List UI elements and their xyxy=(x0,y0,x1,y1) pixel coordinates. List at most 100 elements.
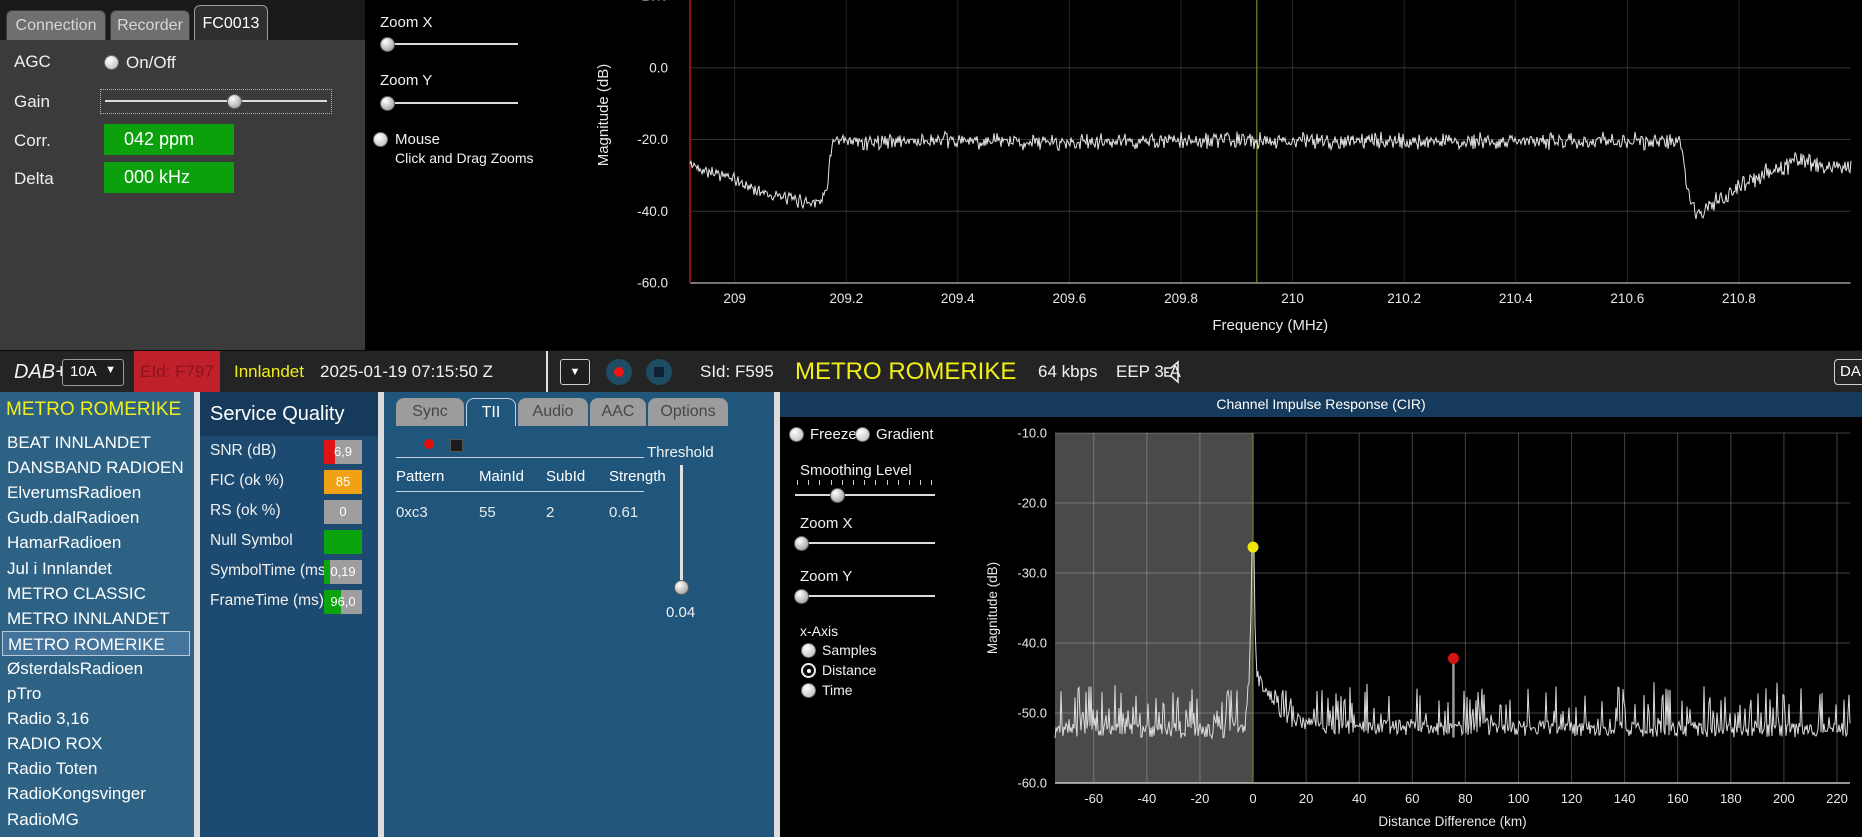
station-item[interactable]: Jul i Innlandet xyxy=(2,556,190,581)
svg-text:-60: -60 xyxy=(1084,791,1103,806)
spectrum-zoom-x-thumb[interactable] xyxy=(380,37,395,52)
stop-button[interactable] xyxy=(646,359,672,385)
tii-tab-options[interactable]: Options xyxy=(648,398,728,426)
xaxis-radio-distance[interactable] xyxy=(801,663,816,678)
xaxis-radio-samples[interactable] xyxy=(801,643,816,658)
dab-mode-badge: DAB xyxy=(1834,359,1862,385)
record-button[interactable] xyxy=(606,359,632,385)
tii-separator-line xyxy=(396,457,644,458)
gain-slider-thumb[interactable] xyxy=(227,94,242,109)
quality-row-label: FrameTime (ms) xyxy=(210,592,324,609)
station-item[interactable]: Radio 3,16 xyxy=(2,706,190,731)
device-tab-fc0013[interactable]: FC0013 xyxy=(194,5,268,40)
cir-zoom-x-slider[interactable] xyxy=(795,542,935,544)
cir-panel: Channel Impulse Response (CIR) Freeze Gr… xyxy=(780,392,1862,837)
svg-text:210: 210 xyxy=(1281,291,1304,306)
smoothing-slider-thumb[interactable] xyxy=(830,488,845,503)
station-item[interactable]: ElverumsRadioen xyxy=(2,480,190,505)
svg-text:-10.0: -10.0 xyxy=(1017,426,1047,441)
agc-label: AGC xyxy=(14,52,51,71)
eid-badge: EId: F797 xyxy=(134,351,220,393)
cir-zoom-y-slider[interactable] xyxy=(795,595,935,597)
gain-slider[interactable] xyxy=(100,89,332,114)
xaxis-radio-label: Time xyxy=(822,682,853,698)
spectrum-zoom-y-slider[interactable] xyxy=(380,102,518,104)
device-tab-recorder[interactable]: Recorder xyxy=(110,10,190,40)
station-item[interactable]: pTro xyxy=(2,681,190,706)
cir-zoom-x-thumb[interactable] xyxy=(794,536,809,551)
channel-select[interactable]: 10A ▼ xyxy=(62,359,124,386)
tii-col-header: MainId xyxy=(479,468,525,485)
station-item[interactable]: Gudb.dalRadioen xyxy=(2,505,190,530)
svg-text:-60.0: -60.0 xyxy=(1017,776,1047,791)
station-item[interactable]: RadioKongsvinger xyxy=(2,781,190,806)
tii-tab-aac[interactable]: AAC xyxy=(590,398,646,426)
xaxis-radio-time[interactable] xyxy=(801,683,816,698)
mouse-zoom-radio[interactable] xyxy=(373,132,388,147)
smoothing-slider[interactable] xyxy=(795,494,935,496)
svg-text:0: 0 xyxy=(1249,791,1256,806)
tii-table-header-underline xyxy=(396,491,644,492)
station-item[interactable]: METRO ROMERIKE xyxy=(2,630,190,656)
station-item[interactable]: DANSBAND RADIOEN xyxy=(2,455,190,480)
station-list-panel: METRO ROMERIKE BEAT INNLANDET DANSBAND RA… xyxy=(0,392,194,837)
station-item[interactable]: METRO INNLANDET xyxy=(2,606,190,631)
smoothing-tick xyxy=(853,480,854,485)
spectrum-plot[interactable]: 20.0 0.0 -20.0 -40.0 -60.0 209 209.2 209.4 209.6… xyxy=(560,0,1862,348)
svg-text:Distance Difference (km): Distance Difference (km) xyxy=(1378,814,1526,829)
station-item[interactable]: BEAT INNLANDET xyxy=(2,430,190,455)
tii-col-header: Strength xyxy=(609,468,666,485)
station-item[interactable]: RadioMG xyxy=(2,807,190,832)
threshold-slider-track[interactable] xyxy=(680,465,683,583)
gradient-radio[interactable] xyxy=(855,427,870,442)
spectrum-zoom-x-label: Zoom X xyxy=(380,14,433,31)
gain-label: Gain xyxy=(14,92,50,111)
agc-radio[interactable] xyxy=(104,55,119,70)
delta-label: Delta xyxy=(14,169,54,188)
threshold-slider-thumb[interactable] xyxy=(674,580,689,595)
svg-text:-40.0: -40.0 xyxy=(637,204,668,219)
record-dot-icon xyxy=(614,367,624,377)
svg-text:120: 120 xyxy=(1561,791,1583,806)
station-item[interactable]: RADIO ROX xyxy=(2,731,190,756)
tii-stop-indicator-icon[interactable] xyxy=(450,439,463,452)
station-item[interactable]: ØsterdalsRadioen xyxy=(2,656,190,681)
spectrum-zoom-y-thumb[interactable] xyxy=(380,96,395,111)
device-tab-connection[interactable]: Connection xyxy=(6,10,106,40)
quality-row-label: SNR (dB) xyxy=(210,442,277,459)
station-item[interactable]: Radio Toten xyxy=(2,756,190,781)
stop-square-icon xyxy=(654,367,664,377)
svg-text:-60.0: -60.0 xyxy=(637,276,668,291)
channel-value: 10A xyxy=(70,363,97,380)
cir-zoom-y-thumb[interactable] xyxy=(794,589,809,604)
threshold-value: 0.04 xyxy=(666,604,696,621)
svg-text:-20.0: -20.0 xyxy=(1017,496,1047,511)
quality-value-badge: 0 xyxy=(324,500,362,524)
quality-value-badge: 6,9 xyxy=(324,440,362,464)
tii-col-header: Pattern xyxy=(396,468,445,485)
tii-tab-tii[interactable]: TII xyxy=(466,398,516,426)
station-item[interactable]: HamarRadioen xyxy=(2,530,190,555)
station-item[interactable]: METRO CLASSIC xyxy=(2,581,190,606)
tii-tab-audio[interactable]: Audio xyxy=(518,398,588,426)
svg-text:210.6: 210.6 xyxy=(1610,291,1644,306)
record-options-dropdown[interactable]: ▼ xyxy=(560,359,590,385)
tii-panel: Sync TII Audio AAC Options Pattern MainId SubI… xyxy=(384,392,774,837)
tii-record-indicator-icon[interactable] xyxy=(424,439,434,449)
svg-text:-20.0: -20.0 xyxy=(637,132,668,147)
svg-text:209.6: 209.6 xyxy=(1052,291,1086,306)
mouse-label: Mouse xyxy=(395,131,441,148)
cir-plot[interactable]: -10.0 -20.0 -30.0 -40.0 -50.0 -60.0 -60 -40 -20 0… xyxy=(780,392,1862,837)
svg-text:60: 60 xyxy=(1405,791,1419,806)
tii-cell: 55 xyxy=(479,504,496,521)
quality-row: FIC (ok %) 85 xyxy=(200,470,378,494)
freeze-radio[interactable] xyxy=(789,427,804,442)
device-panel: Connection Recorder FC0013 AGC On/Off Gain… xyxy=(0,0,365,350)
speaker-icon[interactable] xyxy=(1160,358,1190,386)
quality-value-badge: 96,0 xyxy=(324,590,362,614)
svg-text:160: 160 xyxy=(1667,791,1689,806)
smoothing-level-label: Smoothing Level xyxy=(800,462,912,479)
ensemble-label: Innlandet xyxy=(234,362,304,381)
spectrum-zoom-x-slider[interactable] xyxy=(380,43,518,45)
tii-tab-sync[interactable]: Sync xyxy=(396,398,464,426)
